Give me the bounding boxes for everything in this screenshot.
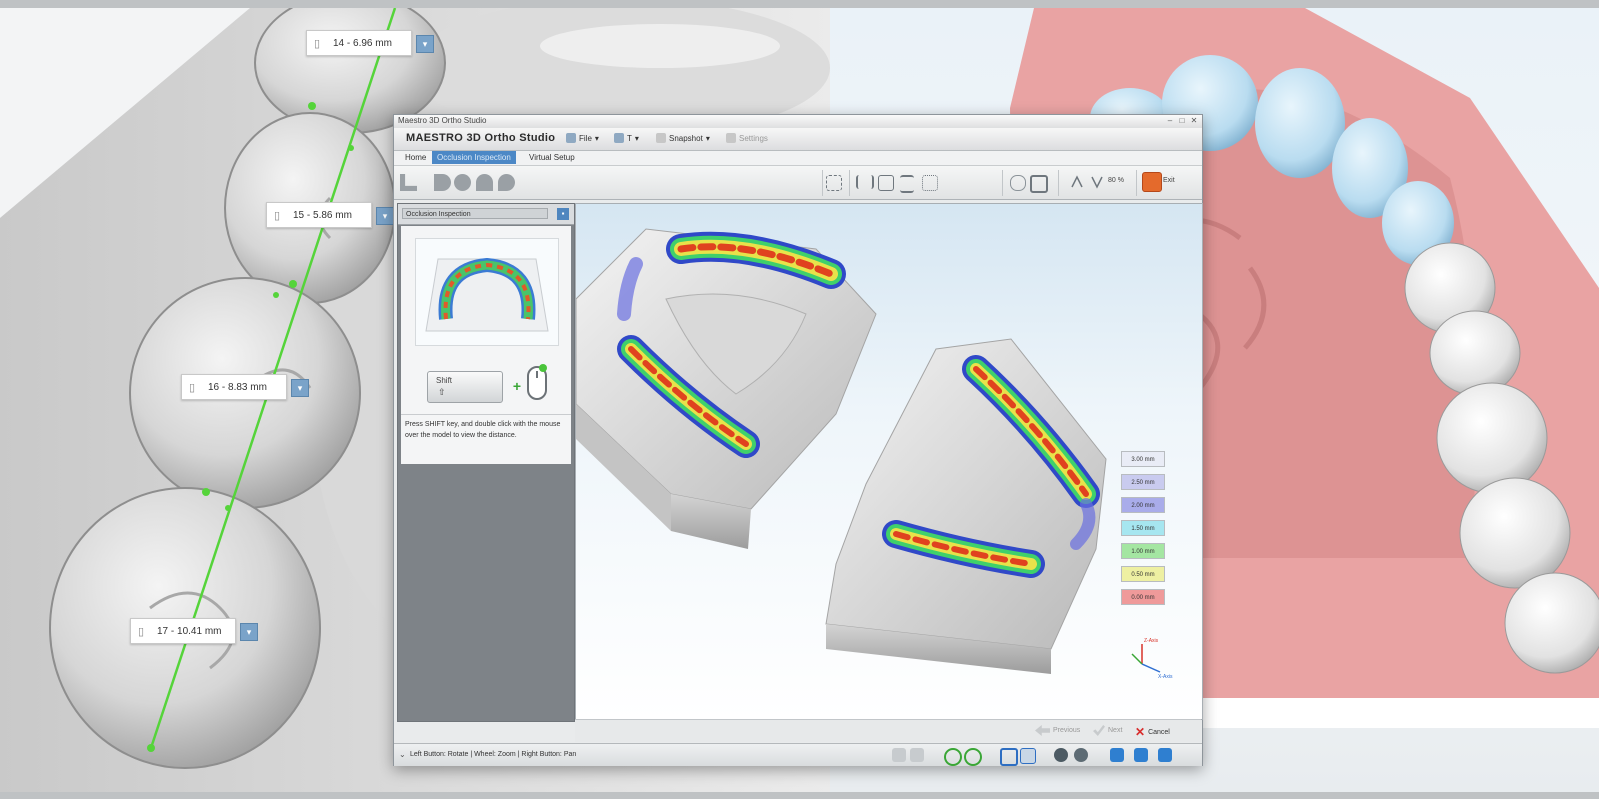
exit-icon[interactable] [1142, 172, 1162, 192]
panel-title: Occlusion Inspection [402, 208, 548, 219]
lower-arch-model [825, 338, 1107, 674]
legend-2-50mm: 2.50 mm [1121, 474, 1165, 490]
exit-label[interactable]: Exit [1163, 177, 1175, 184]
app-brand: MAESTRO 3D Ortho Studio [406, 132, 556, 144]
ruler-icon: ▯ [273, 209, 281, 222]
legend-1-50mm: 1.50 mm [1121, 520, 1165, 536]
legend-2-00mm: 2.00 mm [1121, 497, 1165, 513]
chevron-down-icon[interactable]: ⌄ [399, 750, 406, 759]
snapshot-menu[interactable]: Snapshot ▾ [656, 133, 710, 143]
zoom-fit-icon[interactable] [964, 748, 982, 766]
instruction-text: Press SHIFT key, and double click with t… [401, 414, 571, 445]
measure-14-dropdown[interactable]: ▾ [416, 35, 434, 53]
plus-icon: + [512, 378, 522, 394]
previous-button[interactable]: Previous [1035, 725, 1080, 736]
app-header: MAESTRO 3D Ortho Studio File ▾ T ▾ Snapsho… [394, 128, 1202, 151]
measure-16-dropdown[interactable]: ▾ [291, 379, 309, 397]
title-bar: Maestro 3D Ortho Studio – □ ✕ [394, 115, 1202, 128]
grid-icon[interactable] [826, 175, 842, 191]
bite-icon[interactable] [900, 175, 914, 193]
tab-occlusion-inspection[interactable]: Occlusion Inspection [432, 151, 516, 164]
wizard-bar: Previous Next ✕ Cancel [575, 719, 1201, 742]
nav-tabs: Home Occlusion Inspection Virtual Setup [394, 151, 1202, 166]
legend-0-50mm: 0.50 mm [1121, 566, 1165, 582]
side-view-icon[interactable] [400, 174, 417, 191]
maximize-icon[interactable]: □ [1176, 116, 1188, 126]
align-icon[interactable] [856, 175, 874, 189]
ruler-icon: ▯ [188, 381, 196, 394]
close-icon[interactable]: ✕ [1188, 116, 1200, 126]
status-bar: ⌄ Left Button: Rotate | Wheel: Zoom | Ri… [394, 743, 1202, 766]
3d-viewport[interactable]: Z-Axis X-Axis 3.00 mm 2.50 mm 2.00 mm 1.… [575, 203, 1203, 720]
app-window: Maestro 3D Ortho Studio – □ ✕ MAESTRO 3D… [393, 114, 1203, 766]
measure-tag-17: ▯ 17 - 10.41 mm [130, 618, 236, 644]
mouse-double-click-icon [527, 364, 547, 400]
half-view-icon[interactable] [434, 174, 451, 191]
zoom-in-icon[interactable] [944, 748, 962, 766]
window-title: Maestro 3D Ortho Studio [398, 116, 487, 125]
cube-view-3-icon[interactable] [1158, 748, 1172, 762]
measure-tag-15: ▯ 15 - 5.86 mm [266, 202, 372, 228]
panel-header: Occlusion Inspection ▪ [398, 204, 574, 225]
zoom-level: 80 % [1108, 177, 1124, 184]
status-text: Left Button: Rotate | Wheel: Zoom | Righ… [410, 751, 577, 758]
shade-icon[interactable] [1074, 748, 1088, 762]
axis-indicator: Z-Axis X-Axis [1131, 638, 1173, 680]
front-view-icon[interactable] [454, 174, 471, 191]
panel-collapse-button[interactable]: ▪ [557, 208, 569, 220]
ribbon-toolbar: 80 % Exit [394, 166, 1202, 200]
measure-tag-16: ▯ 16 - 8.83 mm [181, 374, 287, 400]
panel-body: Shift ⇧ + Press SHIFT key, and double cl… [401, 226, 571, 464]
upper-arch-model [576, 228, 877, 549]
legend-1-00mm: 1.00 mm [1121, 543, 1165, 559]
arrow-left-icon [1035, 725, 1050, 736]
upper-jaw-icon[interactable] [1070, 175, 1084, 189]
cube-view-2-icon[interactable] [1134, 748, 1148, 762]
rotate-tool-icon[interactable] [892, 748, 906, 762]
settings-icon [726, 133, 736, 143]
file-icon [566, 133, 576, 143]
z-axis-label: Z-Axis [1144, 638, 1159, 644]
measure-15-dropdown[interactable]: ▾ [376, 207, 394, 225]
tab-home[interactable]: Home [400, 151, 431, 164]
measure-tag-14: ▯ 14 - 6.96 mm [306, 30, 412, 56]
legend-3-00mm: 3.00 mm [1121, 451, 1165, 467]
camera-icon [656, 133, 666, 143]
occlusion-thumbnail [415, 238, 559, 346]
pan-tool-icon[interactable] [910, 748, 924, 762]
x-axis-label: X-Axis [1158, 674, 1173, 680]
cube-view-1-icon[interactable] [1110, 748, 1124, 762]
section-icon[interactable] [922, 175, 938, 191]
shade-dark-icon[interactable] [1054, 748, 1068, 762]
measure-17-dropdown[interactable]: ▾ [240, 623, 258, 641]
top-view-icon[interactable] [476, 174, 493, 191]
file-menu[interactable]: File ▾ [566, 133, 599, 143]
settings-menu[interactable]: Settings [726, 133, 768, 143]
legend-0-00mm: 0.00 mm [1121, 589, 1165, 605]
cancel-x-icon: ✕ [1135, 725, 1146, 739]
cancel-button[interactable]: ✕ Cancel [1135, 725, 1170, 739]
ruler-icon: ▯ [137, 625, 145, 638]
check-icon [1093, 725, 1105, 736]
ruler-toggle-icon[interactable] [1010, 175, 1026, 191]
ruler-icon: ▯ [313, 37, 321, 50]
tools-menu[interactable]: T ▾ [614, 133, 639, 143]
lower-jaw-icon[interactable] [1090, 175, 1104, 189]
shift-key-icon: Shift ⇧ [427, 371, 503, 403]
minimize-icon[interactable]: – [1164, 116, 1176, 126]
solid-icon[interactable] [1020, 748, 1036, 764]
tab-virtual-setup[interactable]: Virtual Setup [524, 151, 580, 164]
next-button[interactable]: Next [1093, 725, 1122, 736]
tools-icon [614, 133, 624, 143]
bottom-view-icon[interactable] [498, 174, 515, 191]
measure-icon[interactable] [1030, 175, 1048, 193]
inspection-panel: Occlusion Inspection ▪ Shift ⇧ + Press S… [397, 203, 575, 722]
fit-icon[interactable] [878, 175, 894, 191]
wireframe-icon[interactable] [1000, 748, 1018, 766]
